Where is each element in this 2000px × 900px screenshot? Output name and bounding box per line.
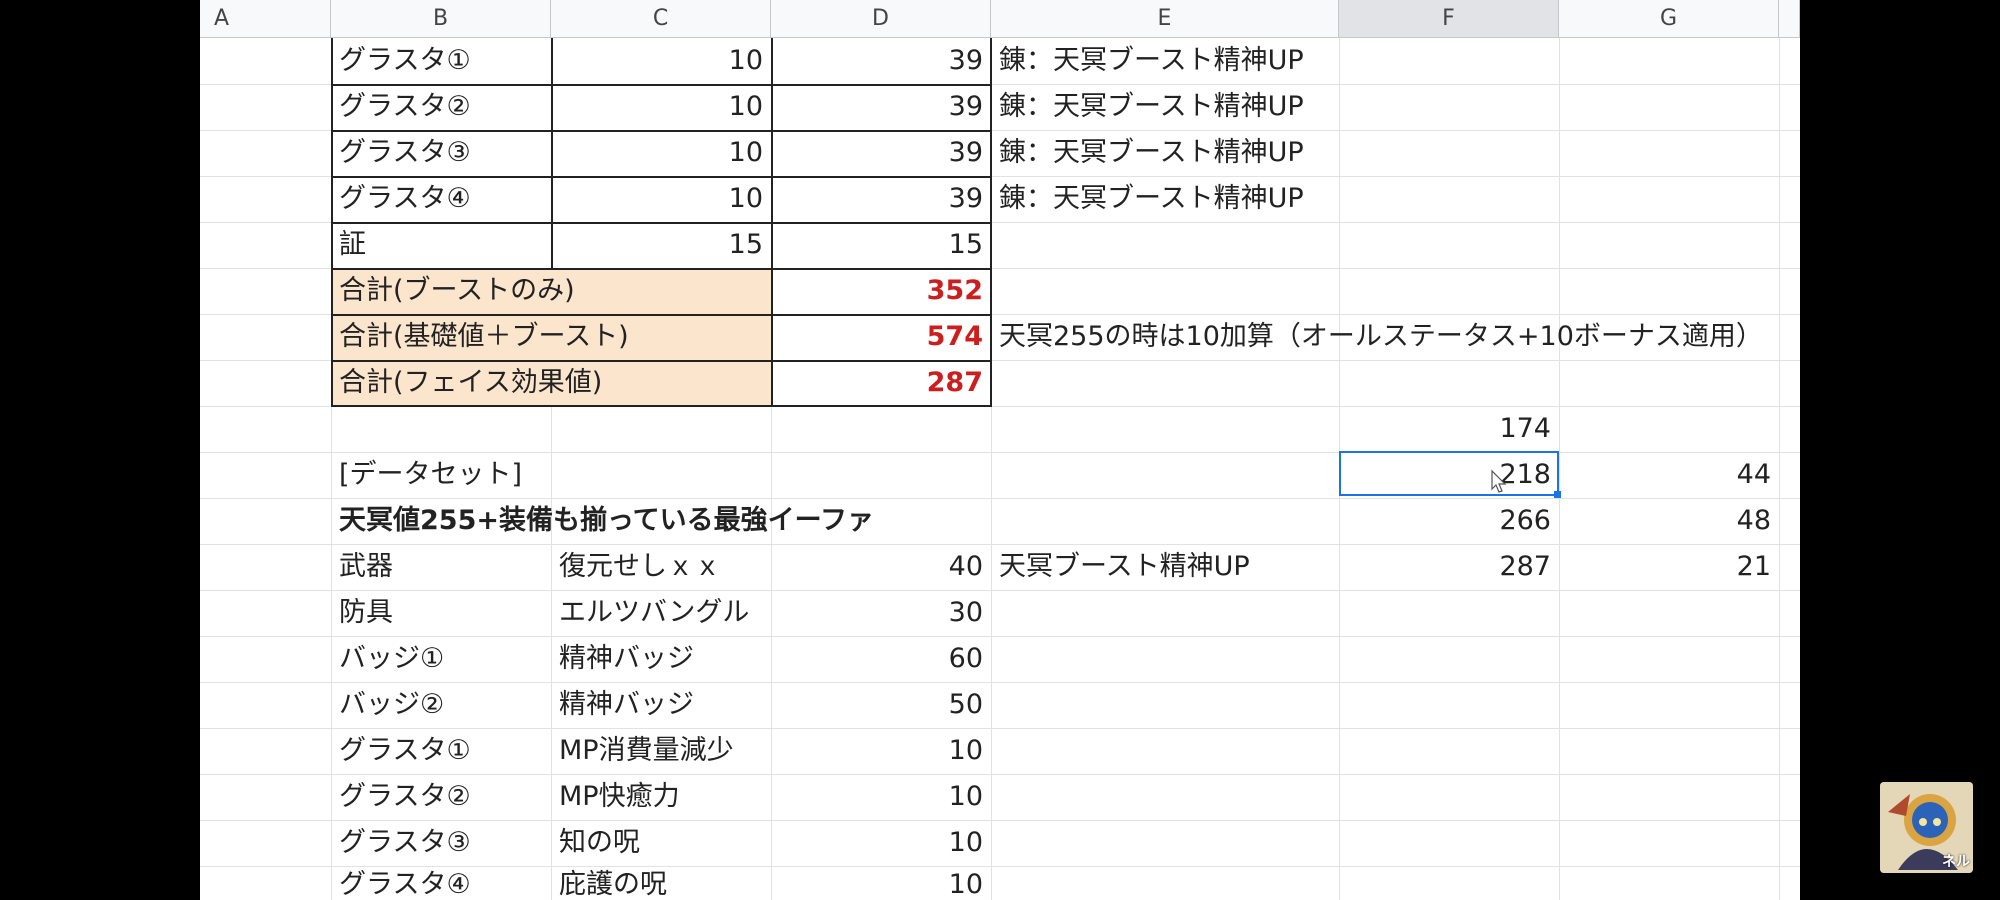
equip-armor-item[interactable]: エルツバングル xyxy=(551,590,771,636)
equip-glasta1-value[interactable]: 10 xyxy=(771,728,991,774)
equip-glasta2-item[interactable]: MP快癒力 xyxy=(551,774,771,820)
g-value-48[interactable]: 48 xyxy=(1559,498,1779,544)
glasta4-label[interactable]: グラスタ④ xyxy=(331,176,551,222)
equip-badge1-slot[interactable]: バッジ① xyxy=(331,636,551,682)
active-cell-selection[interactable] xyxy=(1339,451,1559,496)
equip-badge2-item[interactable]: 精神バッジ xyxy=(551,682,771,728)
column-header-d[interactable]: D xyxy=(771,0,991,38)
glasta4-note[interactable]: 錬：天冥ブースト精神UP xyxy=(991,176,1339,222)
column-header-b[interactable]: B xyxy=(331,0,551,38)
equip-badge2-value[interactable]: 50 xyxy=(771,682,991,728)
total-face-value[interactable]: 287 xyxy=(771,360,991,406)
emblem-label[interactable]: 証 xyxy=(331,222,551,268)
equip-glasta4-item[interactable]: 庇護の呪 xyxy=(551,862,771,900)
equip-glasta1-slot[interactable]: グラスタ① xyxy=(331,728,551,774)
glasta1-label[interactable]: グラスタ① xyxy=(331,38,551,84)
avatar-label: ネル xyxy=(1942,854,1970,870)
f-value-266[interactable]: 266 xyxy=(1339,498,1559,544)
equip-glasta4-slot[interactable]: グラスタ④ xyxy=(331,862,551,900)
glasta2-d[interactable]: 39 xyxy=(771,84,991,130)
equip-glasta2-value[interactable]: 10 xyxy=(771,774,991,820)
glasta3-label[interactable]: グラスタ③ xyxy=(331,130,551,176)
glasta4-d[interactable]: 39 xyxy=(771,176,991,222)
total-boost-value[interactable]: 352 xyxy=(771,268,991,314)
equip-glasta3-value[interactable]: 10 xyxy=(771,820,991,866)
streamer-avatar: ネル xyxy=(1880,782,1973,873)
emblem-d[interactable]: 15 xyxy=(771,222,991,268)
glasta1-note[interactable]: 錬：天冥ブースト精神UP xyxy=(991,38,1339,84)
glasta3-c[interactable]: 10 xyxy=(551,130,771,176)
spreadsheet-grid: A B C D E F G グラスタ① 10 39 錬：天冥ブースト精神UP グ… xyxy=(200,0,1800,900)
equip-badge2-slot[interactable]: バッジ② xyxy=(331,682,551,728)
equip-badge1-value[interactable]: 60 xyxy=(771,636,991,682)
f-value-287[interactable]: 287 xyxy=(1339,544,1559,590)
equip-glasta2-slot[interactable]: グラスタ② xyxy=(331,774,551,820)
equip-glasta3-slot[interactable]: グラスタ③ xyxy=(331,820,551,866)
column-header-g[interactable]: G xyxy=(1559,0,1779,38)
equip-glasta4-value[interactable]: 10 xyxy=(771,862,991,900)
total-base-boost-note[interactable]: 天冥255の時は10加算（オールステータス+10ボーナス適用） xyxy=(991,314,1799,360)
column-header-f[interactable]: F xyxy=(1339,0,1559,38)
dataset-label[interactable]: [データセット] xyxy=(331,452,771,498)
equip-weapon-note[interactable]: 天冥ブースト精神UP xyxy=(991,544,1339,590)
column-header-e[interactable]: E xyxy=(991,0,1339,38)
equip-glasta3-item[interactable]: 知の呪 xyxy=(551,820,771,866)
column-header-a[interactable]: A xyxy=(200,0,331,38)
fill-handle[interactable] xyxy=(1554,491,1561,498)
glasta2-c[interactable]: 10 xyxy=(551,84,771,130)
total-base-boost-label[interactable]: 合計(基礎値＋ブースト) xyxy=(331,314,771,360)
glasta2-note[interactable]: 錬：天冥ブースト精神UP xyxy=(991,84,1339,130)
equip-armor-value[interactable]: 30 xyxy=(771,590,991,636)
total-face-label[interactable]: 合計(フェイス効果値) xyxy=(331,360,771,406)
g-value-44[interactable]: 44 xyxy=(1559,452,1779,498)
g-value-21[interactable]: 21 xyxy=(1559,544,1779,590)
glasta1-d[interactable]: 39 xyxy=(771,38,991,84)
glasta4-c[interactable]: 10 xyxy=(551,176,771,222)
total-boost-label[interactable]: 合計(ブーストのみ) xyxy=(331,268,771,314)
glasta3-d[interactable]: 39 xyxy=(771,130,991,176)
total-base-boost-value[interactable]: 574 xyxy=(771,314,991,360)
equip-glasta1-item[interactable]: MP消費量減少 xyxy=(551,728,771,774)
emblem-c[interactable]: 15 xyxy=(551,222,771,268)
glasta1-c[interactable]: 10 xyxy=(551,38,771,84)
equip-weapon-value[interactable]: 40 xyxy=(771,544,991,590)
equip-weapon-item[interactable]: 復元せしｘｘ xyxy=(551,544,771,590)
glasta2-label[interactable]: グラスタ② xyxy=(331,84,551,130)
column-header-c[interactable]: C xyxy=(551,0,771,38)
equip-weapon-slot[interactable]: 武器 xyxy=(331,544,551,590)
dataset-title[interactable]: 天冥値255+装備も揃っている最強イーファ xyxy=(331,498,991,544)
column-header-filler xyxy=(1779,0,1800,38)
equip-badge1-item[interactable]: 精神バッジ xyxy=(551,636,771,682)
equip-armor-slot[interactable]: 防具 xyxy=(331,590,551,636)
glasta3-note[interactable]: 錬：天冥ブースト精神UP xyxy=(991,130,1339,176)
mouse-cursor-icon xyxy=(1491,469,1507,493)
f-value-174[interactable]: 174 xyxy=(1339,406,1559,452)
